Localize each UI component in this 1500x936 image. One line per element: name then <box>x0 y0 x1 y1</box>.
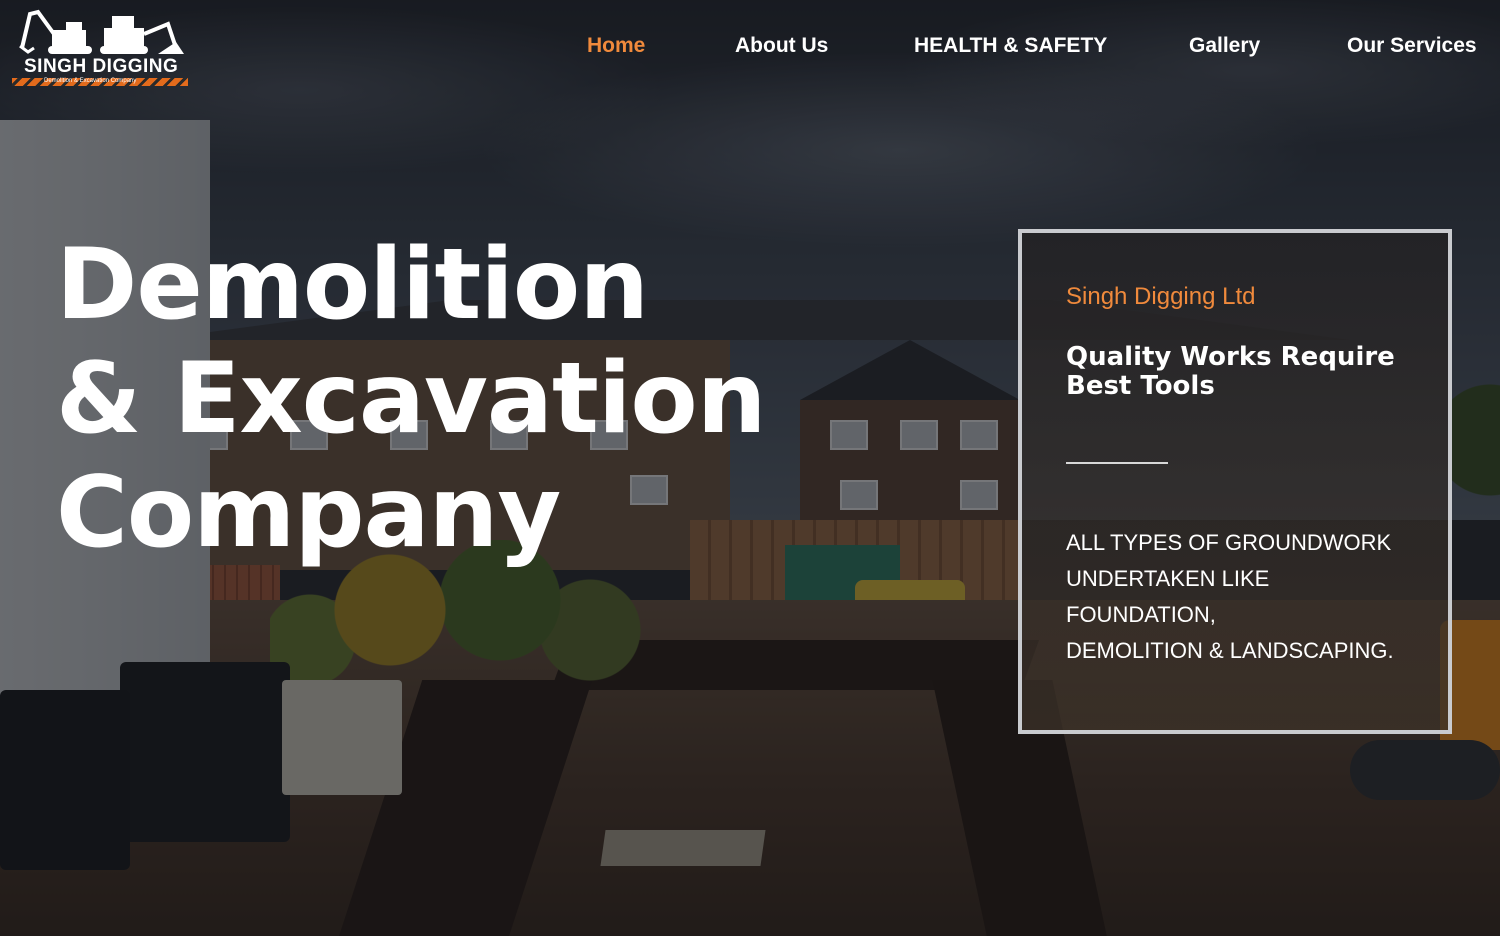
hero-title-line: Demolition <box>56 228 649 342</box>
main-nav: Home About Us HEALTH & SAFETY Gallery Ou… <box>0 34 1500 64</box>
nav-item-health-safety[interactable]: HEALTH & SAFETY <box>914 34 1107 58</box>
info-card: Singh Digging Ltd Quality Works Require … <box>1018 229 1452 734</box>
nav-item-our-services[interactable]: Our Services <box>1347 34 1477 58</box>
info-card-company-name: Singh Digging Ltd <box>1066 283 1256 310</box>
info-card-body-line: FOUNDATION, <box>1066 602 1216 627</box>
nav-item-home[interactable]: Home <box>587 34 645 58</box>
hero-title: Demolition & Excavation Company <box>56 228 767 570</box>
info-card-body-line: ALL TYPES OF GROUNDWORK <box>1066 530 1392 555</box>
nav-item-about-us[interactable]: About Us <box>735 34 828 58</box>
info-card-body-line: UNDERTAKEN LIKE <box>1066 566 1270 591</box>
info-card-body-line: DEMOLITION & LANDSCAPING. <box>1066 638 1394 663</box>
info-card-body: ALL TYPES OF GROUNDWORK UNDERTAKEN LIKE … <box>1066 525 1436 669</box>
nav-item-gallery[interactable]: Gallery <box>1189 34 1260 58</box>
logo-tagline: Demolition & Excavation Company <box>44 78 137 84</box>
hero-title-line: Company <box>56 456 561 570</box>
info-card-divider <box>1066 462 1168 464</box>
info-card-heading: Quality Works Require Best Tools <box>1066 342 1395 401</box>
hero-title-line: & Excavation <box>56 342 767 456</box>
page: SINGH DIGGING Demolition & Excavation Co… <box>0 0 1500 936</box>
